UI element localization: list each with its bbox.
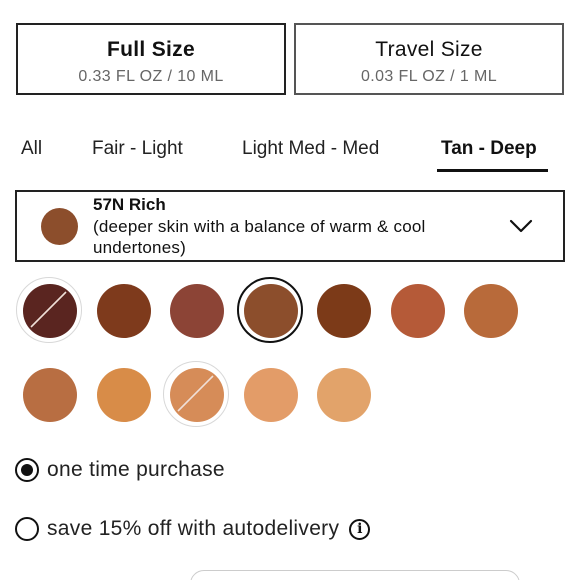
shade-dropdown[interactable]: 57N Rich (deeper skin with a balance of …	[15, 190, 565, 262]
chevron-down-icon	[509, 219, 533, 233]
unavailable-slash-icon	[177, 375, 214, 412]
one-time-purchase-radio[interactable]	[15, 458, 39, 482]
autodelivery-label: save 15% off with autodelivery	[47, 517, 340, 540]
autodelivery-option[interactable]: save 15% off with autodelivery i	[15, 517, 371, 541]
shade-swatch-color	[23, 368, 77, 422]
full-size-title: Full Size	[107, 38, 195, 61]
selected-shade-name: 57N Rich	[93, 195, 166, 214]
shade-swatch[interactable]	[90, 361, 156, 427]
full-size-volume: 0.33 FL OZ / 10 ML	[78, 68, 224, 85]
shade-swatch-color	[243, 284, 298, 338]
selected-shade-swatch	[41, 208, 78, 245]
shade-swatch-color	[243, 368, 298, 422]
shade-swatch[interactable]	[236, 277, 303, 343]
shade-swatch-color	[96, 368, 151, 422]
shade-swatch-color	[317, 368, 371, 422]
shade-swatch-color	[170, 284, 224, 338]
shade-swatch-color	[464, 284, 518, 338]
add-to-bag-button[interactable]	[190, 570, 520, 580]
shade-swatch-color	[390, 284, 445, 338]
shade-swatch-color	[317, 284, 371, 338]
tab-fair-light[interactable]: Fair - Light	[92, 138, 183, 160]
shade-swatch[interactable]	[163, 277, 229, 343]
one-time-purchase-option[interactable]: one time purchase	[15, 458, 225, 482]
shade-range-tabs: All Fair - Light Light Med - Med Tan - D…	[0, 138, 580, 178]
shade-swatch[interactable]	[457, 277, 523, 343]
active-tab-underline	[437, 169, 548, 172]
selected-shade-description: (deeper skin with a balance of warm & co…	[93, 217, 426, 257]
shade-swatch[interactable]	[310, 277, 376, 343]
shade-swatch[interactable]	[384, 277, 450, 343]
tab-all[interactable]: All	[21, 138, 42, 160]
autodelivery-radio[interactable]	[15, 517, 39, 541]
travel-size-volume: 0.03 FL OZ / 1 ML	[360, 68, 498, 85]
shade-swatch[interactable]	[16, 361, 82, 427]
unavailable-slash-icon	[30, 291, 67, 328]
shade-swatch[interactable]	[163, 361, 229, 427]
one-time-purchase-label: one time purchase	[47, 458, 225, 481]
shade-swatch-color	[96, 284, 151, 338]
shade-swatch[interactable]	[310, 361, 376, 427]
tab-light-med-med[interactable]: Light Med - Med	[242, 138, 379, 160]
shade-swatch[interactable]	[237, 361, 303, 427]
travel-size-button[interactable]: Travel Size 0.03 FL OZ / 1 ML	[294, 23, 564, 95]
shade-swatch[interactable]	[16, 277, 82, 343]
shade-swatch[interactable]	[90, 277, 156, 343]
full-size-button[interactable]: Full Size 0.33 FL OZ / 10 ML	[16, 23, 286, 95]
travel-size-title: Travel Size	[375, 38, 483, 61]
info-icon[interactable]: i	[349, 518, 371, 540]
tab-tan-deep[interactable]: Tan - Deep	[441, 138, 537, 160]
